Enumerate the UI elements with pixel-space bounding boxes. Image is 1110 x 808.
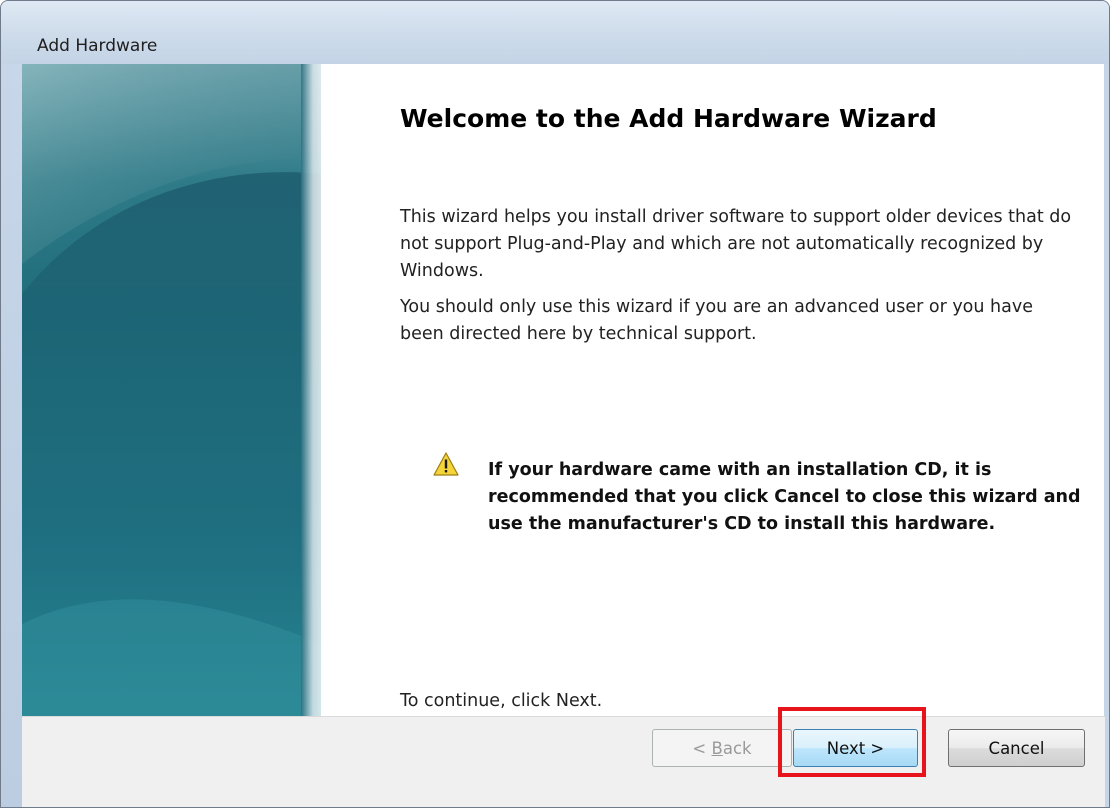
banner-swirl-graphic (22, 64, 321, 716)
window-left-frame (1, 64, 22, 807)
banner-edge-strip (301, 64, 321, 716)
add-hardware-window: Add Hardware Welcome to the Add Hardware… (0, 0, 1110, 808)
wizard-heading: Welcome to the Add Hardware Wizard (400, 104, 937, 133)
wizard-banner-image (22, 64, 321, 716)
wizard-button-bar (22, 716, 1105, 807)
window-right-frame (1104, 64, 1109, 807)
back-button[interactable]: < Back (652, 729, 792, 767)
back-button-prefix: < (692, 739, 712, 758)
wizard-content-pane: Welcome to the Add Hardware Wizard This … (321, 64, 1104, 716)
back-button-label-rest: ack (722, 739, 752, 758)
wizard-description: This wizard helps you install driver sof… (400, 207, 1072, 281)
next-button[interactable]: Next > (793, 729, 918, 767)
window-title: Add Hardware (37, 36, 158, 56)
title-bar[interactable]: Add Hardware (1, 1, 1109, 64)
back-button-accelerator: B (711, 739, 723, 758)
warning-icon (433, 452, 459, 476)
continue-instruction: To continue, click Next. (400, 691, 603, 711)
wizard-advisory: You should only use this wizard if you a… (400, 297, 1033, 344)
warning-message: If your hardware came with an installati… (488, 460, 1081, 534)
cancel-button[interactable]: Cancel (948, 729, 1085, 767)
